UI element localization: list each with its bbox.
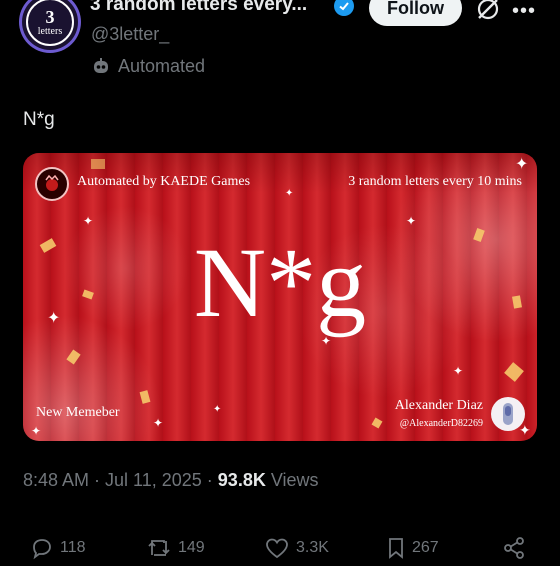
card-letters: N*g [193, 227, 367, 338]
sparkle-icon: ✦ [83, 214, 94, 228]
sparkle-icon: ✦ [153, 416, 164, 430]
author-handle[interactable]: @3letter_ [91, 24, 169, 45]
views-count: 93.8K [217, 470, 266, 490]
reply-icon [33, 539, 51, 560]
heart-icon [266, 538, 288, 559]
grok-icon[interactable] [475, 0, 501, 27]
kaede-logo-icon [35, 167, 69, 201]
avatar-word: letters [37, 25, 63, 37]
meta-separator: · [201, 470, 218, 490]
confetti-piece [66, 349, 81, 365]
meta-separator: · [89, 470, 106, 490]
tweet-meta: 8:48 AM · Jul 11, 2025 · 93.8K Views [23, 470, 319, 491]
card-frequency-note: 3 random letters every 10 mins [348, 174, 522, 189]
repost-button[interactable]: 149 [146, 536, 205, 560]
media-card[interactable]: Automated by KAEDE Games 3 random letter… [23, 153, 537, 441]
sparkle-icon: ✦ [31, 424, 42, 438]
reply-count: 118 [60, 539, 86, 556]
sparkle-icon: ✦ [453, 364, 464, 378]
confetti-piece [504, 362, 524, 382]
automated-label-row: Automated [91, 56, 205, 77]
like-button[interactable]: 3.3K [264, 536, 329, 560]
share-icon [504, 537, 524, 559]
more-icon[interactable]: ••• [512, 0, 536, 23]
avatar-number: 3 [45, 6, 55, 27]
confetti-piece [91, 159, 105, 169]
action-bar: 118 149 3.3K 267 [30, 536, 540, 566]
sparkle-icon: ✦ [213, 404, 222, 415]
confetti-piece [371, 417, 383, 429]
avatar-logo: 3 letters [26, 0, 74, 46]
tweet-date[interactable]: Jul 11, 2025 [105, 470, 202, 490]
like-count: 3.3K [296, 539, 329, 556]
bookmark-icon [389, 538, 403, 559]
share-button[interactable] [502, 536, 526, 560]
sparkle-icon: ✦ [321, 334, 332, 348]
sparkle-icon: ✦ [406, 214, 417, 228]
follow-button[interactable]: Follow [369, 0, 462, 26]
sparkle-icon: ✦ [285, 188, 294, 199]
views-label: Views [265, 470, 319, 490]
card-new-member: New Memeber [36, 405, 120, 420]
author-avatar[interactable]: 3 letters [22, 0, 78, 50]
tweet-text: N*g [23, 109, 55, 130]
author-display-name[interactable]: 3 random letters every... [90, 0, 307, 16]
reply-button[interactable]: 118 [30, 536, 86, 560]
bookmark-button[interactable]: 267 [386, 536, 439, 560]
bookmark-count: 267 [412, 539, 439, 556]
sparkle-icon: ✦ [47, 310, 61, 327]
bot-icon [94, 57, 108, 73]
tweet-time[interactable]: 8:48 AM [23, 470, 89, 490]
card-author-handle: @AlexanderD82269 [399, 418, 483, 429]
confetti-piece [139, 390, 151, 404]
card-author-name: Alexander Diaz [394, 398, 483, 413]
sparkle-icon: ✦ [515, 156, 529, 173]
verified-badge-icon[interactable] [334, 0, 354, 16]
sparkle-icon: ✦ [519, 422, 531, 438]
repost-count: 149 [178, 539, 205, 556]
card-automated-by: Automated by KAEDE Games [77, 174, 251, 189]
automated-label: Automated [118, 56, 206, 76]
repost-icon [148, 540, 170, 556]
